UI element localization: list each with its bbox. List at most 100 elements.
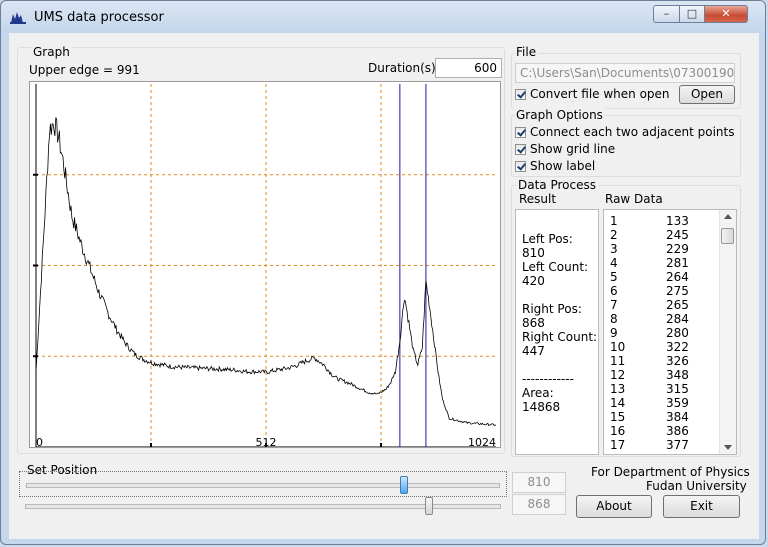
raw-data-label: Raw Data [605, 192, 663, 206]
result-line: 868 [522, 316, 545, 330]
exit-button[interactable]: Exit [663, 495, 740, 518]
raw-data-channel: 7 [610, 298, 618, 312]
raw-data-row[interactable]: 15 384 [604, 410, 720, 424]
raw-data-channel: 15 [610, 410, 626, 424]
raw-data-count: 284 [666, 312, 689, 326]
department-text: For Department of Physics [591, 465, 750, 479]
convert-checkbox[interactable]: Convert file when open [515, 87, 670, 101]
duration-label: Duration(s): [368, 61, 440, 75]
left-slider-track [26, 483, 500, 488]
raw-data-channel: 4 [610, 256, 618, 270]
window-title: UMS data processor [34, 10, 164, 25]
raw-data-channel: 17 [610, 438, 626, 452]
show-label-checkbox-box[interactable] [515, 160, 526, 172]
duration-input[interactable]: 600 [435, 58, 502, 78]
right-position-slider[interactable] [19, 493, 507, 519]
raw-data-channel: 16 [610, 424, 626, 438]
right-slider-thumb[interactable] [425, 497, 434, 515]
right-position-value[interactable]: 868 [512, 494, 566, 515]
graph-options-group-label: Graph Options [514, 108, 605, 122]
raw-data-row[interactable]: 9 280 [604, 326, 720, 340]
raw-data-row[interactable]: 1 133 [604, 214, 720, 228]
file-path-field[interactable]: C:\Users\San\Documents\0730019001 [515, 63, 735, 83]
raw-data-count: 245 [666, 228, 689, 242]
raw-data-count: 359 [666, 396, 689, 410]
raw-data-channel: 3 [610, 242, 618, 256]
result-line: 14868 [522, 400, 561, 414]
graph-group-label: Graph [31, 45, 72, 59]
result-line: Area: [522, 386, 554, 400]
raw-data-channel: 12 [610, 368, 626, 382]
result-listbox[interactable]: Left Pos: 810 Left Count: 420 Right Pos: 868 R… [515, 209, 599, 455]
maximize-button[interactable]: □ [679, 5, 705, 23]
raw-data-count: 280 [666, 326, 689, 340]
x-tick-label: 0 [36, 436, 43, 447]
x-tick-label: 1024 [468, 436, 496, 447]
raw-data-count: 377 [666, 438, 689, 452]
upper-edge-label: Upper edge = 991 [29, 63, 140, 77]
raw-data-channel: 10 [610, 340, 626, 354]
raw-data-row[interactable]: 2 245 [604, 228, 720, 242]
scroll-up-icon[interactable] [724, 214, 732, 219]
raw-data-row[interactable]: 4 281 [604, 256, 720, 270]
left-position-value[interactable]: 810 [512, 472, 566, 493]
about-button[interactable]: About [576, 495, 652, 518]
raw-data-row[interactable]: 8 284 [604, 312, 720, 326]
raw-data-count: 348 [666, 368, 689, 382]
raw-data-count: 229 [666, 242, 689, 256]
raw-data-listbox[interactable]: 1 133 2 245 3 229 4 281 5 264 6 275 7 265 8 284 9 280 10 32… [603, 209, 737, 455]
raw-data-scrollbar[interactable] [719, 210, 736, 454]
raw-data-channel: 11 [610, 354, 626, 368]
raw-data-row[interactable]: 12 348 [604, 368, 720, 382]
open-button[interactable]: Open [679, 85, 735, 104]
file-group-label: File [514, 45, 539, 59]
connect-points-checkbox-box[interactable] [515, 126, 526, 138]
raw-data-row[interactable]: 11 326 [604, 354, 720, 368]
x-tick-label: 512 [256, 436, 277, 447]
raw-data-count: 275 [666, 284, 689, 298]
data-process-group-label: Data Process [516, 178, 598, 192]
show-label-checkbox[interactable]: Show label [515, 159, 595, 173]
connect-points-checkbox-label: Connect each two adjacent points [530, 125, 735, 139]
left-slider-thumb[interactable] [399, 476, 408, 494]
raw-data-row[interactable]: 5 264 [604, 270, 720, 284]
raw-data-count: 326 [666, 354, 689, 368]
grid-line-checkbox[interactable]: Show grid line [515, 142, 615, 156]
result-line: 420 [522, 274, 545, 288]
raw-data-channel: 8 [610, 312, 618, 326]
grid-line-checkbox-label: Show grid line [530, 142, 616, 156]
convert-checkbox-label: Convert file when open [530, 87, 670, 101]
convert-checkbox-box[interactable] [515, 88, 526, 100]
spectrum-chart: 0 512 1024 [33, 84, 497, 449]
scroll-down-icon[interactable] [724, 445, 732, 450]
result-line: 447 [522, 344, 545, 358]
raw-data-row[interactable]: 13 315 [604, 382, 720, 396]
title-bar[interactable]: UMS data processor – □ ✕ [1, 1, 767, 33]
raw-data-row[interactable]: 17 377 [604, 438, 720, 452]
raw-data-row[interactable]: 10 322 [604, 340, 720, 354]
scrollbar-thumb[interactable] [721, 228, 734, 244]
raw-data-count: 264 [666, 270, 689, 284]
grid-line-checkbox-box[interactable] [515, 143, 526, 155]
raw-data-row[interactable]: 3 229 [604, 242, 720, 256]
minimize-button[interactable]: – [653, 5, 680, 23]
raw-data-channel: 5 [610, 270, 618, 284]
close-button[interactable]: ✕ [704, 5, 748, 23]
raw-data-count: 265 [666, 298, 689, 312]
raw-data-channel: 1 [610, 214, 618, 228]
result-line: Right Count: [522, 330, 598, 344]
raw-data-row[interactable]: 14 359 [604, 396, 720, 410]
client-area: Graph Upper edge = 991 Duration(s): 6 00 … [9, 33, 759, 539]
result-line: 810 [522, 246, 545, 260]
raw-data-row[interactable]: 16 386 [604, 424, 720, 438]
raw-data-count: 322 [666, 340, 689, 354]
raw-data-count: 386 [666, 424, 689, 438]
connect-points-checkbox[interactable]: Connect each two adjacent points [515, 125, 734, 139]
raw-data-channel: 13 [610, 382, 626, 396]
university-text: Fudan University [646, 479, 747, 493]
raw-data-count: 133 [666, 214, 689, 228]
spectrum-plot: 0 512 1024 [29, 81, 501, 449]
raw-data-row[interactable]: 7 265 [604, 298, 720, 312]
app-icon [10, 12, 26, 24]
raw-data-row[interactable]: 6 275 [604, 284, 720, 298]
